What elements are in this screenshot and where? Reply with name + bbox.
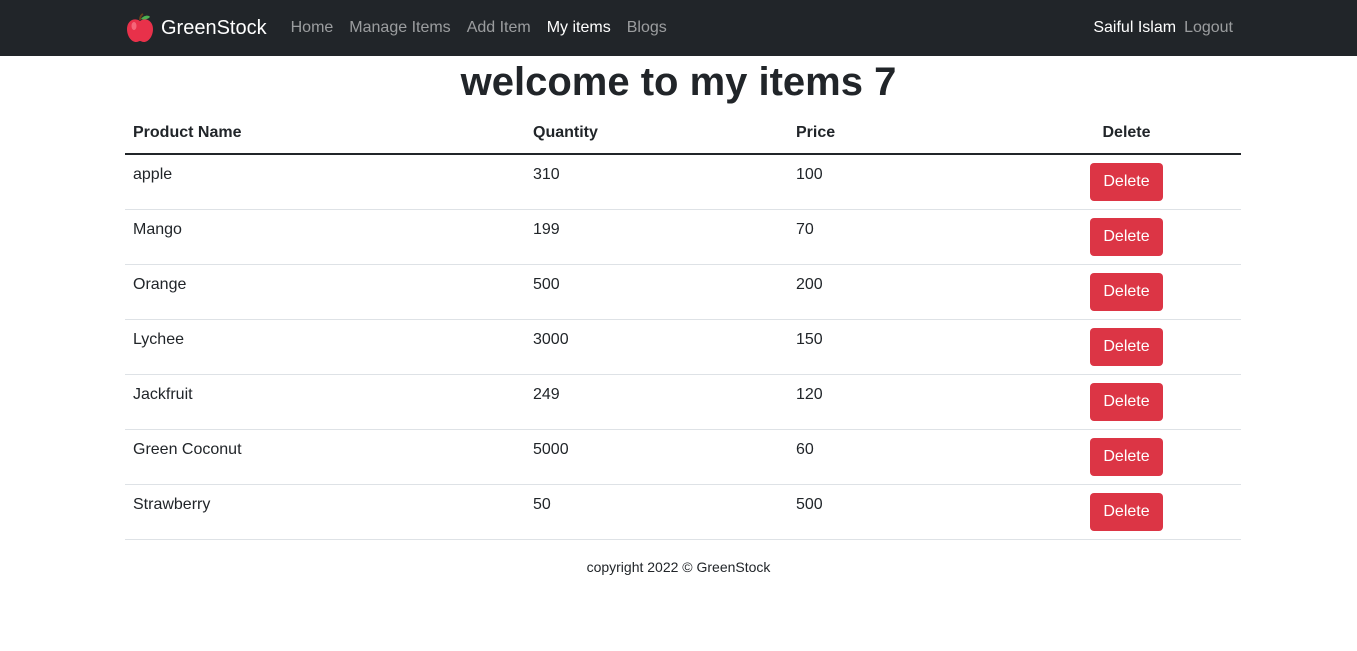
cell-quantity: 500 — [525, 264, 788, 320]
brand-link[interactable]: GreenStock — [126, 13, 267, 43]
cell-product-name: Mango — [125, 209, 525, 265]
table-header: Product Name Quantity Price Delete — [125, 112, 1241, 155]
items-table-container: Product Name Quantity Price Delete apple… — [125, 112, 1241, 540]
table-body: apple 310 100 Delete Mango 199 70 Delete… — [125, 154, 1241, 540]
navbar-container: GreenStock Home Manage Items Add Item My… — [126, 0, 1233, 56]
delete-button[interactable]: Delete — [1090, 272, 1163, 311]
logout-link[interactable]: Logout — [1184, 19, 1233, 37]
delete-button[interactable]: Delete — [1090, 217, 1163, 256]
delete-button[interactable]: Delete — [1090, 382, 1163, 421]
table-row: Orange 500 200 Delete — [125, 264, 1241, 320]
header-product-name: Product Name — [125, 112, 525, 155]
nav-link-my-items[interactable]: My items — [539, 0, 619, 56]
navbar: GreenStock Home Manage Items Add Item My… — [0, 0, 1357, 56]
delete-button[interactable]: Delete — [1090, 163, 1163, 201]
cell-price: 120 — [788, 374, 1012, 430]
header-price: Price — [788, 112, 1012, 155]
footer-copyright: copyright 2022 © GreenStock — [586, 559, 771, 575]
cell-quantity: 3000 — [525, 319, 788, 375]
nav-link-blogs[interactable]: Blogs — [619, 0, 675, 56]
delete-button[interactable]: Delete — [1090, 437, 1163, 476]
nav-user-area: Saiful Islam Logout — [1093, 19, 1233, 37]
cell-delete: Delete — [1012, 154, 1241, 210]
nav-links: Home Manage Items Add Item My items Blog… — [283, 0, 675, 56]
page-title: welcome to my items 7 — [460, 60, 897, 104]
cell-price: 200 — [788, 264, 1012, 320]
items-table: Product Name Quantity Price Delete apple… — [125, 112, 1241, 540]
table-header-row: Product Name Quantity Price Delete — [125, 112, 1241, 155]
cell-price: 500 — [788, 484, 1012, 540]
delete-button[interactable]: Delete — [1090, 327, 1163, 366]
cell-product-name: Lychee — [125, 319, 525, 375]
header-delete: Delete — [1012, 112, 1241, 155]
cell-price: 150 — [788, 319, 1012, 375]
brand-name: GreenStock — [161, 16, 267, 39]
table-row: apple 310 100 Delete — [125, 154, 1241, 210]
cell-price: 70 — [788, 209, 1012, 265]
cell-quantity: 5000 — [525, 429, 788, 485]
cell-quantity: 249 — [525, 374, 788, 430]
table-row: Strawberry 50 500 Delete — [125, 484, 1241, 540]
cell-product-name: Green Coconut — [125, 429, 525, 485]
cell-delete: Delete — [1012, 374, 1241, 430]
cell-quantity: 50 — [525, 484, 788, 540]
nav-link-add-item[interactable]: Add Item — [459, 0, 539, 56]
cell-delete: Delete — [1012, 209, 1241, 265]
table-row: Jackfruit 249 120 Delete — [125, 374, 1241, 430]
table-row: Mango 199 70 Delete — [125, 209, 1241, 265]
delete-button[interactable]: Delete — [1090, 492, 1163, 531]
cell-quantity: 199 — [525, 209, 788, 265]
nav-link-manage-items[interactable]: Manage Items — [341, 0, 458, 56]
cell-delete: Delete — [1012, 429, 1241, 485]
cell-product-name: Orange — [125, 264, 525, 320]
cell-product-name: Strawberry — [125, 484, 525, 540]
apple-icon — [126, 13, 154, 43]
header-quantity: Quantity — [525, 112, 788, 155]
cell-quantity: 310 — [525, 154, 788, 210]
table-row: Lychee 3000 150 Delete — [125, 319, 1241, 375]
nav-link-home[interactable]: Home — [283, 0, 342, 56]
cell-delete: Delete — [1012, 264, 1241, 320]
cell-delete: Delete — [1012, 484, 1241, 540]
table-row: Green Coconut 5000 60 Delete — [125, 429, 1241, 485]
cell-product-name: apple — [125, 154, 525, 210]
cell-price: 60 — [788, 429, 1012, 485]
user-name: Saiful Islam — [1093, 19, 1177, 36]
cell-delete: Delete — [1012, 319, 1241, 375]
cell-price: 100 — [788, 154, 1012, 210]
cell-product-name: Jackfruit — [125, 374, 525, 430]
